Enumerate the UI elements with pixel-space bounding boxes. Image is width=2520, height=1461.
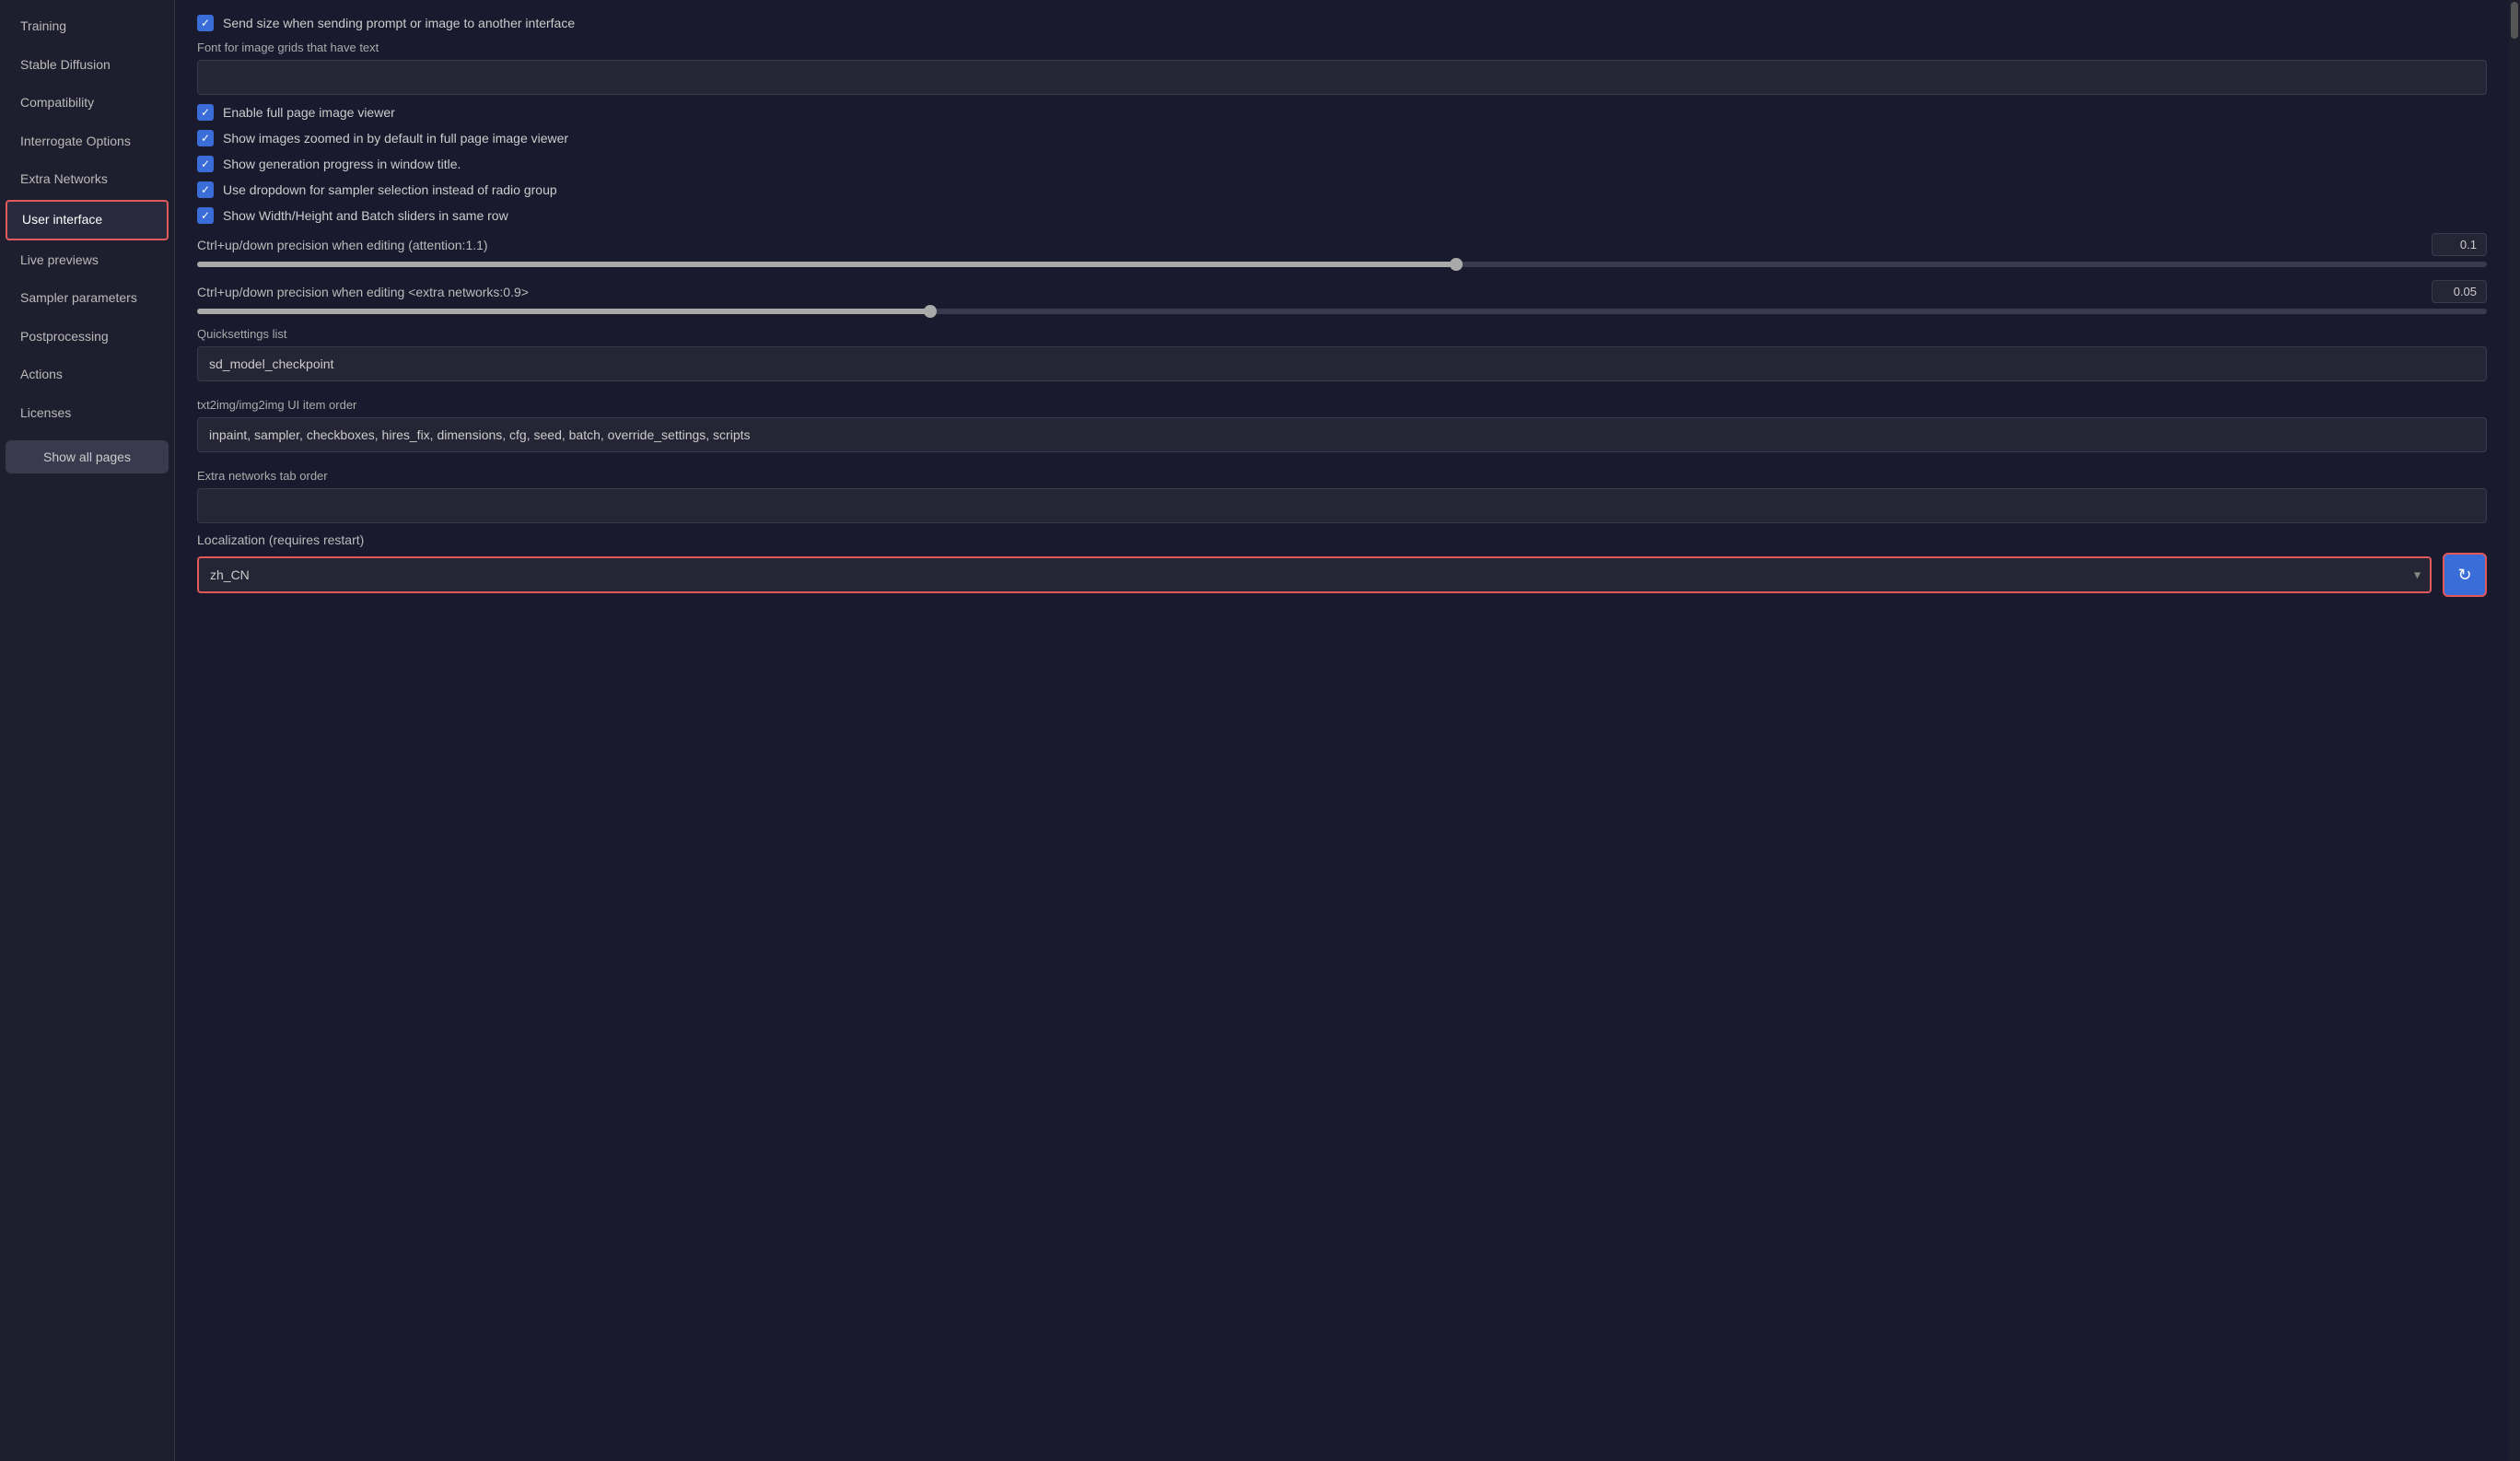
slider2-label: Ctrl+up/down precision when editing <ext… xyxy=(197,285,529,299)
ui-order-label: txt2img/img2img UI item order xyxy=(197,398,2487,412)
sidebar-item-actions[interactable]: Actions xyxy=(6,356,169,393)
localization-row: zh_CN None en ↻ xyxy=(197,553,2487,597)
slider1-track[interactable] xyxy=(197,262,2487,267)
quicksettings-input[interactable] xyxy=(197,346,2487,381)
full-page-viewer-setting: Enable full page image viewer xyxy=(197,104,2487,121)
slider2-fill xyxy=(197,309,930,314)
main-content: Send size when sending prompt or image t… xyxy=(175,0,2509,1461)
scrollbar-thumb[interactable] xyxy=(2511,2,2518,39)
use-dropdown-checkbox[interactable] xyxy=(197,181,214,198)
send-size-setting: Send size when sending prompt or image t… xyxy=(197,15,2487,31)
reload-icon: ↻ xyxy=(2457,566,2471,585)
localization-select[interactable]: zh_CN None en xyxy=(197,556,2432,593)
show-sliders-setting: Show Width/Height and Batch sliders in s… xyxy=(197,207,2487,224)
show-progress-label: Show generation progress in window title… xyxy=(223,157,461,171)
show-progress-setting: Show generation progress in window title… xyxy=(197,156,2487,172)
full-page-viewer-label: Enable full page image viewer xyxy=(223,105,395,120)
slider2-thumb[interactable] xyxy=(924,305,937,318)
reload-button[interactable]: ↻ xyxy=(2443,553,2487,597)
sidebar-item-stable-diffusion[interactable]: Stable Diffusion xyxy=(6,47,169,84)
sidebar-item-live-previews[interactable]: Live previews xyxy=(6,242,169,279)
slider2-track[interactable] xyxy=(197,309,2487,314)
sidebar-item-extra-networks[interactable]: Extra Networks xyxy=(6,161,169,198)
sidebar-item-user-interface[interactable]: User interface xyxy=(6,200,169,240)
show-all-pages-button[interactable]: Show all pages xyxy=(6,440,169,473)
extra-networks-label: Extra networks tab order xyxy=(197,469,2487,483)
localization-select-container: zh_CN None en xyxy=(197,556,2432,593)
ui-order-input[interactable] xyxy=(197,417,2487,452)
show-zoomed-label: Show images zoomed in by default in full… xyxy=(223,131,568,146)
font-input[interactable] xyxy=(197,60,2487,95)
quicksettings-label: Quicksettings list xyxy=(197,327,2487,341)
slider2-value: 0.05 xyxy=(2432,280,2487,303)
sidebar-item-sampler-parameters[interactable]: Sampler parameters xyxy=(6,280,169,317)
show-sliders-checkbox[interactable] xyxy=(197,207,214,224)
sidebar-item-interrogate-options[interactable]: Interrogate Options xyxy=(6,123,169,160)
full-page-viewer-checkbox[interactable] xyxy=(197,104,214,121)
show-zoomed-setting: Show images zoomed in by default in full… xyxy=(197,130,2487,146)
slider2-section: Ctrl+up/down precision when editing <ext… xyxy=(197,280,2487,314)
font-label: Font for image grids that have text xyxy=(197,41,2487,54)
slider1-thumb[interactable] xyxy=(1450,258,1463,271)
slider1-value: 0.1 xyxy=(2432,233,2487,256)
show-sliders-label: Show Width/Height and Batch sliders in s… xyxy=(223,208,508,223)
sidebar-item-licenses[interactable]: Licenses xyxy=(6,395,169,432)
send-size-checkbox[interactable] xyxy=(197,15,214,31)
extra-networks-input[interactable] xyxy=(197,488,2487,523)
sidebar-item-training[interactable]: Training xyxy=(6,8,169,45)
localization-label: Localization (requires restart) xyxy=(197,532,2487,547)
slider1-section: Ctrl+up/down precision when editing (att… xyxy=(197,233,2487,267)
send-size-label: Send size when sending prompt or image t… xyxy=(223,16,575,30)
slider1-fill xyxy=(197,262,1456,267)
sidebar-item-postprocessing[interactable]: Postprocessing xyxy=(6,319,169,356)
sidebar: Training Stable Diffusion Compatibility … xyxy=(0,0,175,1461)
use-dropdown-label: Use dropdown for sampler selection inste… xyxy=(223,182,557,197)
use-dropdown-setting: Use dropdown for sampler selection inste… xyxy=(197,181,2487,198)
show-zoomed-checkbox[interactable] xyxy=(197,130,214,146)
sidebar-item-compatibility[interactable]: Compatibility xyxy=(6,85,169,122)
scrollbar-track[interactable] xyxy=(2509,0,2520,1461)
show-progress-checkbox[interactable] xyxy=(197,156,214,172)
slider1-label: Ctrl+up/down precision when editing (att… xyxy=(197,238,488,252)
